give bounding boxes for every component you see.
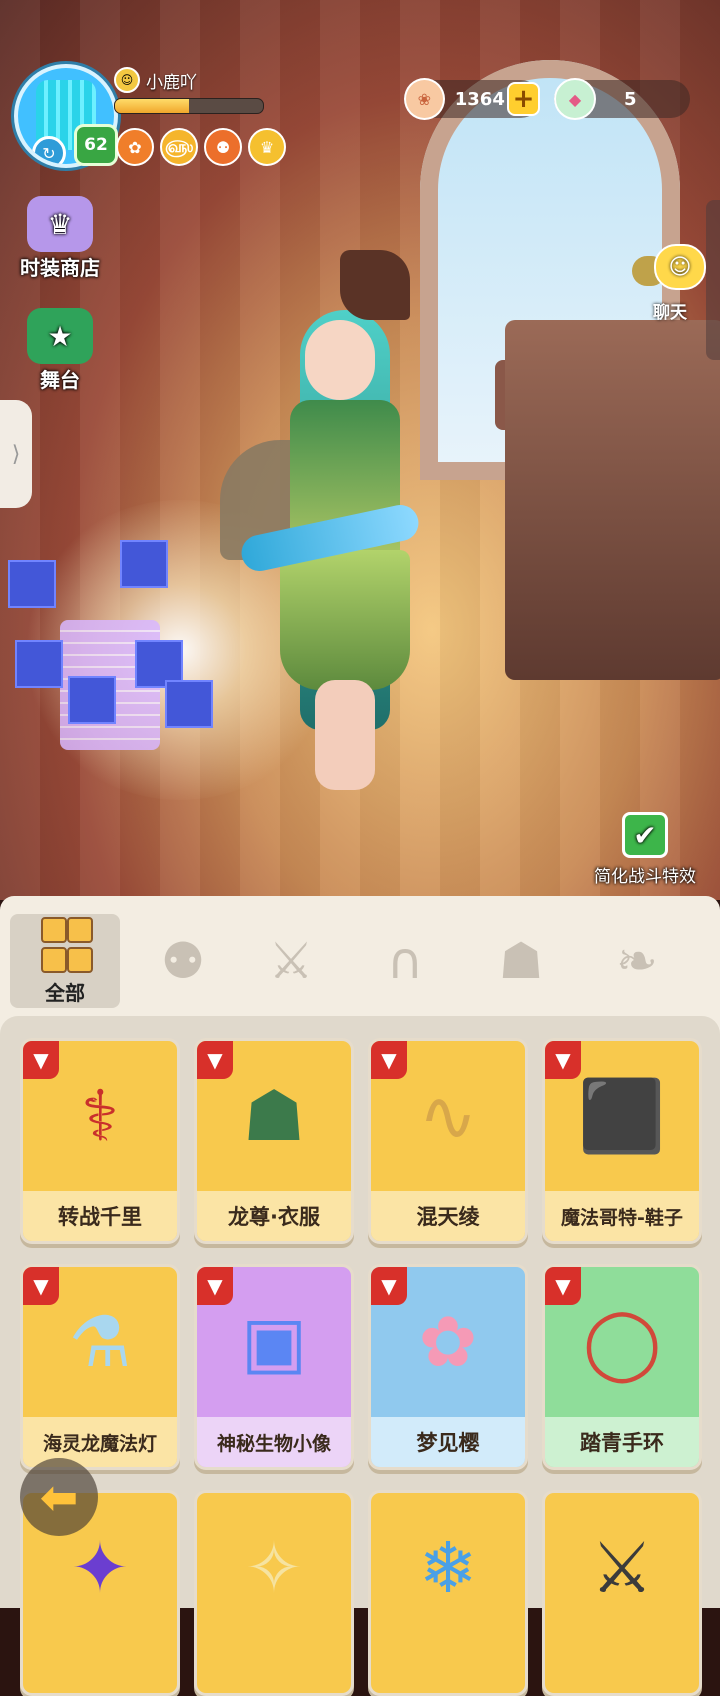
crown-badge-icon[interactable]: ♛ xyxy=(248,128,286,166)
fashion-shop-icon: ♛ xyxy=(27,196,93,252)
shirt-icon: ▼ xyxy=(545,1267,581,1305)
cat-icon: ❧ xyxy=(616,932,658,990)
treasure-chest xyxy=(505,320,720,680)
item-name: 神秘生物小像 xyxy=(197,1417,351,1467)
item-name: 龙尊·衣服 xyxy=(197,1191,351,1241)
character-antler xyxy=(340,250,410,320)
shell-amount: 1364 xyxy=(454,88,505,110)
item-card[interactable]: ∿ ▼ 混天绫 xyxy=(368,1038,528,1244)
grid-icon xyxy=(41,916,93,973)
cube-effect xyxy=(8,560,56,608)
tab-pet[interactable]: ❧ xyxy=(582,914,692,1008)
achievement-badges: ✿ ௵ ⚉ ♛ xyxy=(116,128,286,166)
character-legs xyxy=(315,680,375,790)
item-name: 魔法哥特-鞋子 xyxy=(545,1191,699,1241)
character-head xyxy=(305,320,375,400)
sword-icon: ⚔ xyxy=(268,932,314,990)
paw-badge-icon[interactable]: ✿ xyxy=(116,128,154,166)
cube-effect xyxy=(120,540,168,588)
exp-bar xyxy=(114,98,264,114)
clothes-icon: ☗ xyxy=(498,932,544,990)
gem-amount: 5 xyxy=(624,88,637,110)
tab-weapon[interactable]: ⚔ xyxy=(236,914,346,1008)
tab-all-label: 全部 xyxy=(45,980,85,1005)
shirt-icon: ▼ xyxy=(197,1267,233,1305)
fashion-shop-button[interactable]: ♛ 时装商店 xyxy=(14,196,106,281)
cube-effect xyxy=(15,640,63,688)
player-character[interactable] xyxy=(220,250,450,810)
ice-flame-icon: ❄ xyxy=(418,1527,478,1609)
item-name: 转战千里 xyxy=(23,1191,177,1241)
chat-label: 聊天 xyxy=(653,303,687,323)
back-arrow-icon[interactable]: ⬅ xyxy=(20,1458,98,1536)
mask-badge-icon[interactable]: ⚉ xyxy=(204,128,242,166)
add-currency-button[interactable]: + xyxy=(506,82,540,116)
fashion-shop-label: 时装商店 xyxy=(20,256,100,280)
swirl-badge-icon[interactable]: ௵ xyxy=(160,128,198,166)
item-card[interactable]: ☗ ▼ 龙尊·衣服 xyxy=(194,1038,354,1244)
item-card[interactable]: ◯ ▼ 踏青手环 xyxy=(542,1264,702,1470)
item-name: 梦见樱 xyxy=(371,1417,525,1467)
shirt-icon: ▼ xyxy=(371,1267,407,1305)
expand-drawer-chevron-icon[interactable]: ⟩ xyxy=(0,400,32,508)
item-card[interactable]: ▣ ▼ 神秘生物小像 xyxy=(194,1264,354,1470)
gem-icon: ◆ xyxy=(554,78,596,120)
swirl-icon: ↻ xyxy=(32,136,66,164)
shell-coin-icon: ❀ xyxy=(404,78,445,120)
player-name-row: ☺ 小鹿吖 xyxy=(114,66,197,94)
item-card[interactable]: ✧ xyxy=(194,1490,354,1696)
shell-currency: ❀ 1364 + xyxy=(404,78,540,120)
category-tabs: 全部 ⚉ ⚔ ∩ ☗ ❧ xyxy=(0,896,720,1016)
shirt-icon: ▼ xyxy=(23,1267,59,1305)
item-card[interactable]: ⚗ ▼ 海灵龙魔法灯 xyxy=(20,1264,180,1470)
simplify-battle-effects-label: 简化战斗特效 xyxy=(594,867,696,887)
character-skirt xyxy=(280,550,410,690)
item-grid: ⚕ ▼ 转战千里 ☗ ▼ 龙尊·衣服 ∿ ▼ 混天绫 ⬛ ▼ 魔法哥特-鞋子 ⚗… xyxy=(0,1016,720,1696)
player-level: 62 xyxy=(74,124,118,166)
light-effect-icon: ✧ xyxy=(244,1527,304,1609)
shirt-icon: ▼ xyxy=(371,1041,407,1079)
tab-all[interactable]: 全部 xyxy=(10,914,120,1008)
stage-label: 舞台 xyxy=(40,368,80,392)
shirt-icon: ▼ xyxy=(545,1041,581,1079)
item-card[interactable]: ⬛ ▼ 魔法哥特-鞋子 xyxy=(542,1038,702,1244)
chat-bubble-front: ☺ xyxy=(654,244,706,290)
cube-effect xyxy=(68,676,116,724)
item-card[interactable]: ⚔ xyxy=(542,1490,702,1696)
checkmark-icon[interactable]: ✔ xyxy=(622,812,668,858)
item-card[interactable]: ❄ xyxy=(368,1490,528,1696)
shirt-icon: ▼ xyxy=(23,1041,59,1079)
stage-icon: ★ xyxy=(27,308,93,364)
item-card[interactable]: ✿ ▼ 梦见樱 xyxy=(368,1264,528,1470)
item-name: 混天绫 xyxy=(371,1191,525,1241)
item-name: 踏青手环 xyxy=(545,1417,699,1467)
shirt-icon: ▼ xyxy=(197,1041,233,1079)
item-card[interactable]: ⚕ ▼ 转战千里 xyxy=(20,1038,180,1244)
simplify-battle-effects-toggle[interactable]: ✔ 简化战斗特效 xyxy=(575,812,715,887)
player-name: 小鹿吖 xyxy=(146,72,197,93)
exp-bar-fill xyxy=(115,99,189,113)
sword-item-icon: ⚔ xyxy=(590,1527,654,1609)
gem-currency: ◆ 5 xyxy=(554,78,690,120)
stage-button[interactable]: ★ 舞台 xyxy=(14,308,106,393)
tab-hair[interactable]: ∩ xyxy=(350,914,460,1008)
chat-button[interactable]: ☺ 聊天 xyxy=(630,240,710,323)
tab-clothes[interactable]: ☗ xyxy=(466,914,576,1008)
mask-icon: ⚉ xyxy=(160,932,206,990)
chat-bubble-icon: ☺ xyxy=(630,240,710,298)
tab-face[interactable]: ⚉ xyxy=(128,914,238,1008)
wardrobe-panel: 全部 ⚉ ⚔ ∩ ☗ ❧ ⚕ ▼ 转战千里 ☗ ▼ 龙尊·衣服 ∿ ▼ 混天绫 … xyxy=(0,896,720,1696)
cube-effect xyxy=(165,680,213,728)
face-icon: ☺ xyxy=(114,67,140,93)
hair-icon: ∩ xyxy=(386,932,424,990)
